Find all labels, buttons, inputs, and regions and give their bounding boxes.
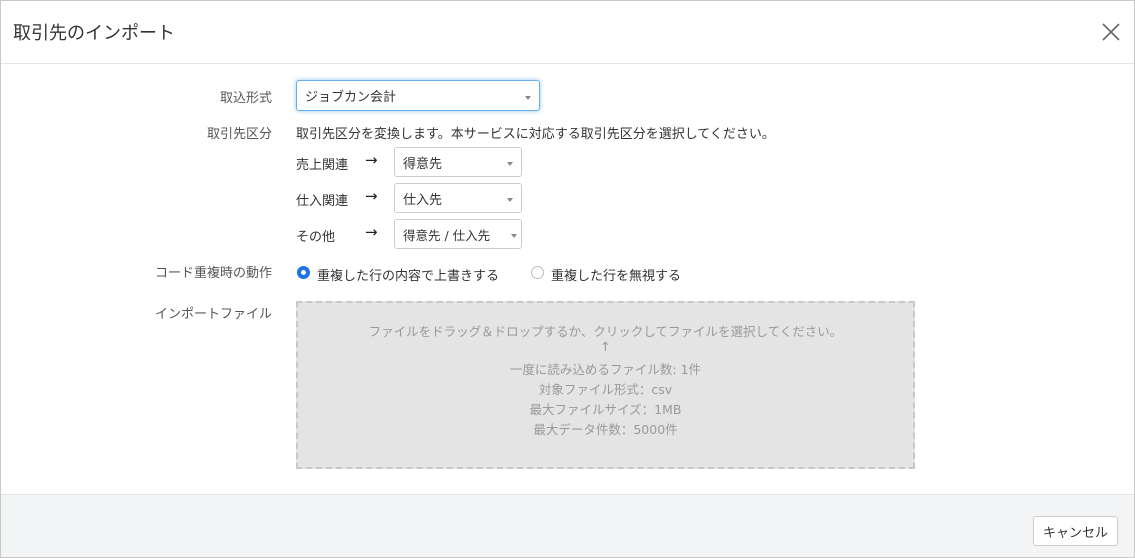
format-label: 取込形式 [219, 91, 272, 106]
dropzone-max-size: 最大ファイルサイズ：1MB [529, 402, 682, 417]
cancel-button[interactable]: キャンセル [1032, 516, 1118, 546]
import-file-label: インポートファイル [154, 307, 272, 322]
chevron-down-icon [507, 162, 513, 166]
mapping-source-sales: 売上関連 [296, 158, 349, 173]
partner-type-description: 取引先区分を変換します。本サービスに対応する取引先区分を選択してください。 [296, 127, 775, 142]
mapping-select-other[interactable]: 得意先 / 仕入先 [394, 219, 522, 249]
upload-arrow-icon: ↑ [600, 339, 611, 354]
mapping-source-other: その他 [296, 230, 336, 245]
dropzone-file-format: 対象ファイル形式：csv [538, 382, 673, 397]
chevron-down-icon [507, 198, 513, 202]
chevron-down-icon [511, 234, 517, 238]
mapping-source-purchase: 仕入関連 [296, 194, 349, 209]
mapping-select-sales-value: 得意先 [403, 156, 443, 172]
mapping-select-purchase-value: 仕入先 [403, 192, 443, 208]
duplicate-action-label: コード重複時の動作 [154, 266, 272, 281]
file-dropzone[interactable]: ファイルをドラッグ＆ドロップするか、クリックしてファイルを選択してください。 ↑… [296, 301, 915, 469]
radio-ignore[interactable] [531, 266, 544, 279]
import-modal: 取引先のインポート 取込形式 ジョブカン会計 取引先区分 取引先区分を変換します… [0, 0, 1135, 558]
mapping-select-sales[interactable]: 得意先 [394, 147, 522, 177]
arrow-right-icon: → [365, 151, 378, 169]
mapping-select-purchase[interactable]: 仕入先 [394, 183, 522, 213]
format-select[interactable]: ジョブカン会計 [296, 80, 540, 111]
mapping-select-other-value: 得意先 / 仕入先 [403, 227, 491, 243]
partner-type-label: 取引先区分 [206, 127, 272, 142]
chevron-down-icon [525, 95, 531, 100]
dropzone-max-files: 一度に読み込めるファイル数: 1件 [509, 362, 702, 377]
radio-overwrite-label[interactable]: 重複した行の内容で上書きする [317, 265, 499, 284]
arrow-right-icon: → [365, 223, 378, 241]
dropzone-instruction: ファイルをドラッグ＆ドロップするか、クリックしてファイルを選択してください。 [368, 324, 843, 339]
modal-footer: キャンセル [1, 494, 1134, 557]
close-icon[interactable] [1100, 21, 1122, 43]
modal-header: 取引先のインポート [1, 1, 1134, 64]
radio-ignore-label[interactable]: 重複した行を無視する [551, 265, 681, 284]
dropzone-max-rows: 最大データ件数：5000件 [533, 422, 678, 437]
arrow-right-icon: → [365, 187, 378, 205]
format-select-value: ジョブカン会計 [305, 90, 397, 105]
radio-overwrite[interactable] [297, 266, 310, 279]
modal-title: 取引先のインポート [13, 23, 175, 44]
